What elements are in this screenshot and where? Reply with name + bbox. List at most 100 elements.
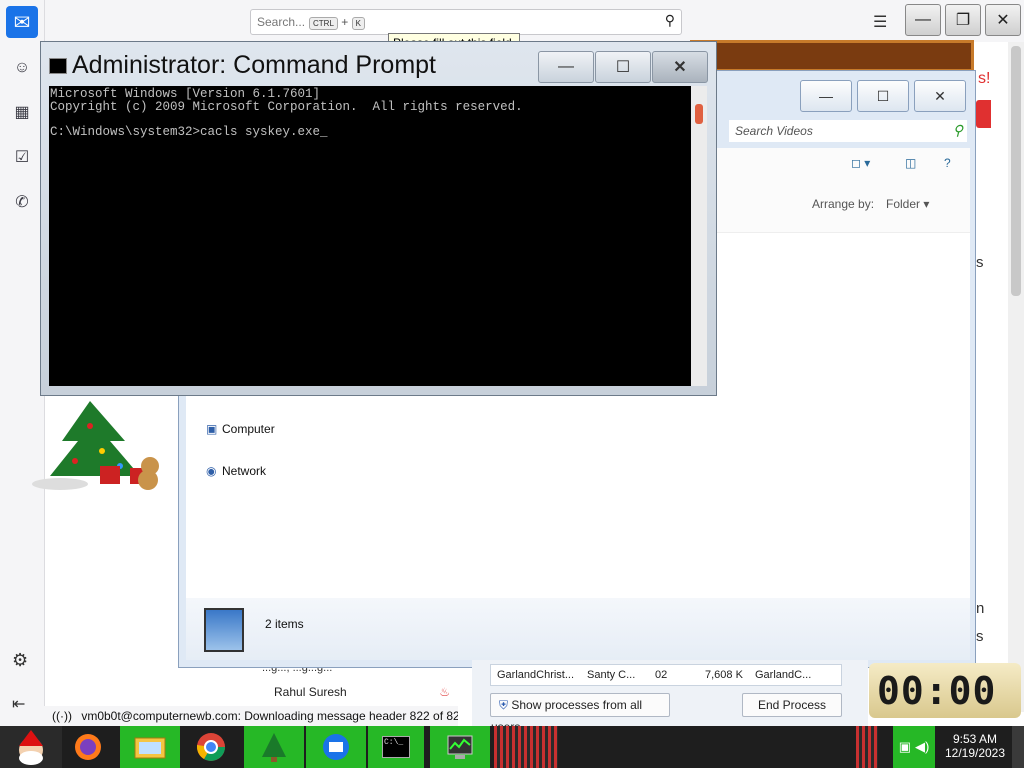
console-prompt-line: C:\Windows\system32>cacls syskey.exe_ — [50, 124, 328, 139]
explorer-nav-pane — [186, 396, 970, 598]
explorer-minimize-button[interactable]: — — [800, 80, 852, 112]
cmd-window-title: Administrator: Command Prompt — [72, 51, 437, 79]
page-scrollbar[interactable] — [1008, 42, 1024, 712]
tb-minimize-button[interactable]: — — [905, 4, 941, 36]
cmd-scrollbar[interactable] — [691, 86, 707, 386]
view-options-icon[interactable]: ◻ ▾ — [851, 156, 870, 170]
firefox-icon — [75, 734, 101, 760]
arrange-by-value: Folder — [886, 197, 921, 211]
console-line: Copyright (c) 2009 Microsoft Corporation… — [50, 99, 523, 114]
message-list-row[interactable]: Rahul Suresh ♨ — [262, 681, 458, 703]
tray-time: 9:53 AM — [952, 732, 998, 746]
taskbar-chrome[interactable] — [186, 726, 236, 768]
help-icon[interactable]: ? — [944, 156, 951, 170]
picture-frame-image — [690, 40, 974, 72]
nav-item-computer[interactable]: ▣ Computer — [206, 422, 275, 436]
cmd-console-output[interactable]: Microsoft Windows [Version 6.1.7601] Copy… — [49, 86, 691, 386]
explorer-details-pane: 2 items — [186, 598, 970, 660]
chat-icon[interactable]: ✆ — [10, 190, 34, 214]
search-icon[interactable]: ⚲ — [665, 12, 675, 29]
taskbar-window-button[interactable] — [856, 726, 878, 768]
task-manager-icon — [447, 735, 473, 759]
explorer-maximize-button[interactable]: ☐ — [857, 80, 909, 112]
cmd-taskbar-icon: C:\_ — [382, 736, 410, 758]
preview-pane-icon[interactable]: ◫ — [905, 156, 916, 170]
nav-item-network[interactable]: ◉ Network — [206, 464, 266, 478]
cmd-close-button[interactable]: ✕ — [652, 51, 708, 83]
tasks-icon[interactable]: ☑ — [10, 145, 34, 169]
nav-item-label: Network — [222, 464, 267, 478]
cmd-maximize-button[interactable]: ☐ — [595, 51, 651, 83]
process-memory: 7,608 K — [705, 669, 743, 681]
chrome-icon — [197, 733, 225, 761]
console-line: Microsoft Windows [Version 6.1.7601] — [50, 87, 321, 101]
process-user: Santy C... — [587, 669, 636, 681]
status-bar: ((·)) vm0b0t@computernewb.com: Downloadi… — [44, 706, 458, 726]
chevron-down-icon: ▾ — [923, 197, 930, 211]
taskbar-explorer[interactable] — [120, 726, 180, 768]
k-key-badge: K — [351, 17, 365, 30]
cmd-app-icon — [49, 58, 67, 74]
show-all-processes-button[interactable]: ⛨ Show processes from all users — [490, 693, 670, 734]
stopwatch-gadget[interactable]: 00:00 — [869, 663, 1021, 718]
tb-restore-button[interactable]: ❐ — [945, 4, 981, 36]
explorer-search-placeholder: Search Videos — [735, 124, 813, 138]
taskbar-cmd[interactable]: C:\_ — [368, 726, 424, 768]
folder-icon — [134, 737, 166, 759]
cmd-minimize-button[interactable]: — — [538, 51, 594, 83]
show-desktop-button[interactable] — [1012, 726, 1024, 768]
process-cpu: 02 — [655, 669, 668, 681]
calendar-icon[interactable]: ▦ — [10, 100, 34, 124]
page-red-button[interactable] — [976, 100, 991, 128]
page-fragment-exclaim: s! — [978, 70, 991, 87]
thunderbird-icon — [323, 734, 349, 760]
videos-library-icon — [204, 608, 244, 652]
end-process-button[interactable]: End Process — [742, 693, 842, 717]
status-text: vm0b0t@computernewb.com: Downloading mes… — [81, 709, 458, 723]
page-fragment-s: s — [976, 628, 984, 645]
search-placeholder: Search... — [257, 15, 306, 29]
global-search-input[interactable]: Search... CTRL + K ⚲ — [250, 9, 682, 35]
tray-icons[interactable]: ▣ ◀) — [893, 726, 935, 768]
process-description: GarlandC... — [755, 669, 812, 681]
cmd-scroll-thumb[interactable] — [695, 104, 703, 124]
computer-icon: ▣ — [206, 422, 218, 436]
library-header: ◻ ▾ ◫ ? — [717, 148, 970, 233]
item-count: 2 items — [265, 617, 304, 631]
uac-shield-icon: ⛨ — [499, 698, 509, 712]
scroll-thumb[interactable] — [1011, 46, 1021, 296]
christmas-tree-image — [32, 401, 159, 490]
taskbar-task-manager[interactable] — [430, 726, 490, 768]
page-fragment-s: s — [976, 254, 984, 271]
settings-gear-icon[interactable]: ⚙ — [12, 650, 28, 671]
mail-space-icon[interactable]: ✉ — [6, 6, 38, 38]
christmas-tree-icon — [262, 733, 286, 762]
online-status-icon: ((·)) — [52, 709, 72, 723]
explorer-close-button[interactable]: ✕ — [914, 80, 966, 112]
search-icon[interactable]: ⚲ — [953, 122, 963, 139]
address-book-icon[interactable]: ☺ — [10, 56, 34, 80]
collapse-sidebar-icon[interactable]: ⇤ — [12, 694, 25, 714]
thunderbird-spaces-bar: ✉ ☺ ▦ ☑ ✆ — [0, 0, 45, 726]
page-fragment-n: n — [976, 600, 985, 617]
ctrl-key-badge: CTRL — [309, 17, 338, 30]
search-shortcut: CTRL + K — [309, 15, 365, 30]
tb-close-button[interactable]: ✕ — [985, 4, 1021, 36]
taskbar-firefox[interactable] — [66, 726, 110, 768]
nav-item-label: Computer — [222, 422, 275, 436]
tray-clock[interactable]: 9:53 AM 12/19/2023 — [940, 732, 1010, 760]
explorer-search-input[interactable]: Search Videos ⚲ — [729, 120, 967, 142]
app-menu-icon[interactable]: ☰ — [873, 12, 887, 32]
santa-start-icon — [19, 730, 43, 765]
network-tray-icon[interactable]: ▣ — [899, 739, 911, 755]
start-button[interactable] — [0, 726, 62, 768]
taskbar-thunderbird[interactable] — [306, 726, 366, 768]
taskbar-xmas-tree[interactable] — [244, 726, 304, 768]
stopwatch-display: 00:00 — [877, 669, 997, 713]
arrange-by-dropdown[interactable]: Folder ▾ — [886, 197, 929, 211]
taskbar-window-button[interactable] — [494, 726, 558, 768]
volume-icon[interactable]: ◀) — [915, 739, 929, 755]
process-row[interactable]: GarlandChrist... Santy C... 02 7,608 K G… — [490, 664, 842, 686]
plus-sign: + — [341, 15, 349, 29]
